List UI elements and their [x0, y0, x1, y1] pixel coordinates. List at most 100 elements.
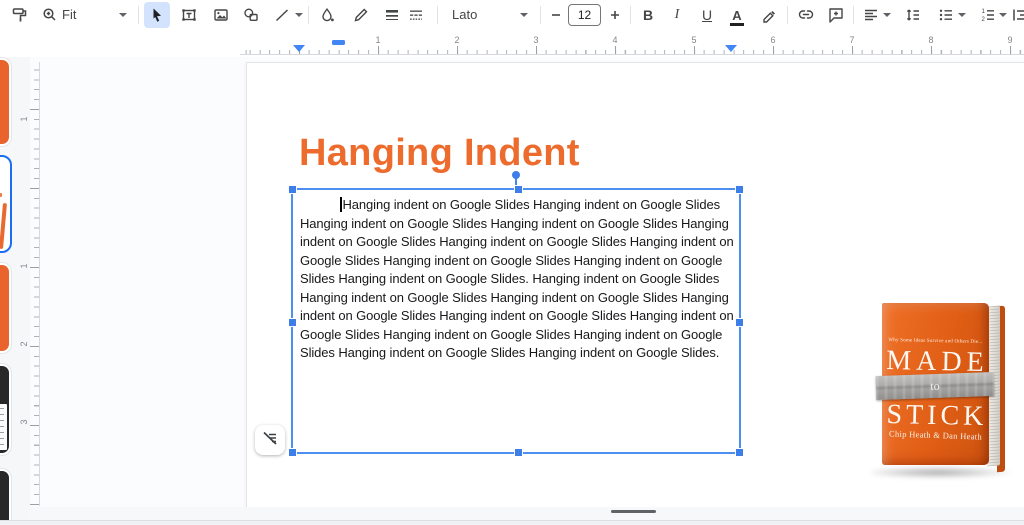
toolbar-separator: [630, 6, 631, 24]
text-box-button[interactable]: [177, 3, 201, 27]
increase-font-size-button[interactable]: [603, 3, 627, 27]
resize-handle-s[interactable]: [514, 448, 523, 457]
text-color-button[interactable]: A: [725, 3, 749, 27]
resize-handle-se[interactable]: [735, 448, 744, 457]
resize-handle-n[interactable]: [514, 185, 523, 194]
font-family-select[interactable]: Lato: [452, 7, 477, 22]
highlighter-icon: [760, 6, 778, 24]
chevron-down-icon[interactable]: [999, 13, 1007, 17]
duct-tape-strip: to: [876, 372, 995, 400]
toolbar-separator: [437, 6, 438, 24]
bulleted-list-icon: [937, 6, 955, 24]
resize-handle-w[interactable]: [288, 318, 297, 327]
chevron-down-icon[interactable]: [883, 13, 891, 17]
svg-text:2: 2: [982, 17, 986, 23]
window-bottom-edge: [0, 520, 1024, 525]
book-cover-image[interactable]: Why Some Ideas Survive and Others Die...…: [880, 298, 1010, 483]
autofit-off-icon: [261, 429, 279, 452]
book-front-cover: Why Some Ideas Survive and Others Die...…: [882, 303, 989, 465]
thumbnail-content-mark: [0, 193, 2, 197]
border-color-button[interactable]: [349, 3, 373, 27]
speaker-notes-resize-handle[interactable]: [611, 510, 656, 513]
svg-text:1: 1: [982, 9, 986, 15]
line-tool-button[interactable]: [270, 3, 294, 27]
plus-icon: [606, 6, 624, 24]
zoom-icon: [41, 6, 59, 24]
indent-icon: [1011, 6, 1024, 24]
shape-icon: [242, 6, 260, 24]
textbox-selection-border[interactable]: [291, 188, 741, 454]
border-dash-icon: [407, 6, 425, 24]
right-indent-marker[interactable]: [725, 45, 737, 52]
decrease-font-size-button[interactable]: [544, 3, 568, 27]
chevron-down-icon[interactable]: [520, 13, 528, 17]
zoom-mode-select[interactable]: Fit: [62, 7, 76, 22]
slide-thumbnail-4[interactable]: [0, 363, 12, 456]
border-weight-button[interactable]: [380, 3, 404, 27]
zoom-button[interactable]: [38, 3, 62, 27]
line-spacing-button[interactable]: [901, 3, 925, 27]
ruler-number: 4: [610, 35, 620, 45]
font-size-input[interactable]: 12: [568, 4, 601, 26]
left-indent-marker[interactable]: [293, 45, 305, 52]
ruler-number: 8: [926, 35, 936, 45]
autofit-options-button[interactable]: [255, 425, 285, 455]
ruler-number: 5: [689, 35, 699, 45]
slide-title[interactable]: Hanging Indent: [299, 132, 580, 175]
bold-button[interactable]: B: [636, 3, 660, 27]
paint-format-button[interactable]: [8, 3, 32, 27]
image-icon: [212, 6, 230, 24]
resize-handle-nw[interactable]: [288, 185, 297, 194]
numbered-list-icon: 12: [979, 6, 997, 24]
toolbar-separator: [540, 6, 541, 24]
link-icon: [797, 6, 815, 24]
indent-button[interactable]: [1008, 3, 1024, 27]
ruler-number: 3: [19, 416, 29, 428]
ruler-number: 6: [768, 35, 778, 45]
rotation-handle[interactable]: [512, 171, 520, 179]
vertical-ruler: 1 1 2 3: [16, 62, 42, 506]
book-tagline: Why Some Ideas Survive and Others Die...: [882, 338, 989, 345]
slide-thumbnail-5[interactable]: [0, 468, 12, 525]
book-tape-word: to: [930, 378, 940, 393]
chevron-down-icon[interactable]: [958, 13, 966, 17]
toolbar-separator: [308, 6, 309, 24]
fill-color-icon: [318, 6, 336, 24]
resize-handle-e[interactable]: [735, 318, 744, 327]
highlight-color-button[interactable]: [757, 3, 781, 27]
italic-button[interactable]: I: [665, 3, 689, 27]
ruler-inch-ticks: [30, 62, 39, 506]
line-icon: [273, 6, 291, 24]
slide-thumbnail-2-selected[interactable]: [0, 155, 12, 253]
first-line-indent-marker[interactable]: [332, 40, 345, 45]
fill-color-button[interactable]: [315, 3, 339, 27]
text-box-icon: [180, 6, 198, 24]
numbered-list-button[interactable]: 12: [976, 3, 1000, 27]
pencil-icon: [352, 6, 370, 24]
horizontal-ruler: 1 2 3 4 5 6 7 8 9: [0, 30, 1024, 57]
italic-label: I: [675, 7, 680, 23]
insert-shape-button[interactable]: [239, 3, 263, 27]
bulleted-list-button[interactable]: [934, 3, 958, 27]
minus-icon: [547, 6, 565, 24]
insert-link-button[interactable]: [794, 3, 818, 27]
insert-image-button[interactable]: [209, 3, 233, 27]
slide-thumbnail-3[interactable]: [0, 262, 12, 354]
chevron-down-icon[interactable]: [119, 13, 127, 17]
select-tool-button[interactable]: [144, 2, 170, 28]
toolbar: Fit Lato: [0, 0, 1024, 30]
slide-thumbnail-1[interactable]: [0, 57, 12, 147]
resize-handle-ne[interactable]: [735, 185, 744, 194]
underline-button[interactable]: U: [695, 3, 719, 27]
chevron-down-icon[interactable]: [295, 13, 303, 17]
ruler-number: 1: [19, 260, 29, 272]
add-comment-button[interactable]: [824, 3, 848, 27]
ruler-number: 2: [19, 338, 29, 350]
resize-handle-sw[interactable]: [288, 448, 297, 457]
align-button[interactable]: [859, 3, 883, 27]
thumbnail-content-mark: [0, 203, 7, 249]
ruler-number: 3: [531, 35, 541, 45]
toolbar-separator: [138, 6, 139, 24]
border-dash-button[interactable]: [404, 3, 428, 27]
ruler-baseline: [240, 54, 1024, 55]
